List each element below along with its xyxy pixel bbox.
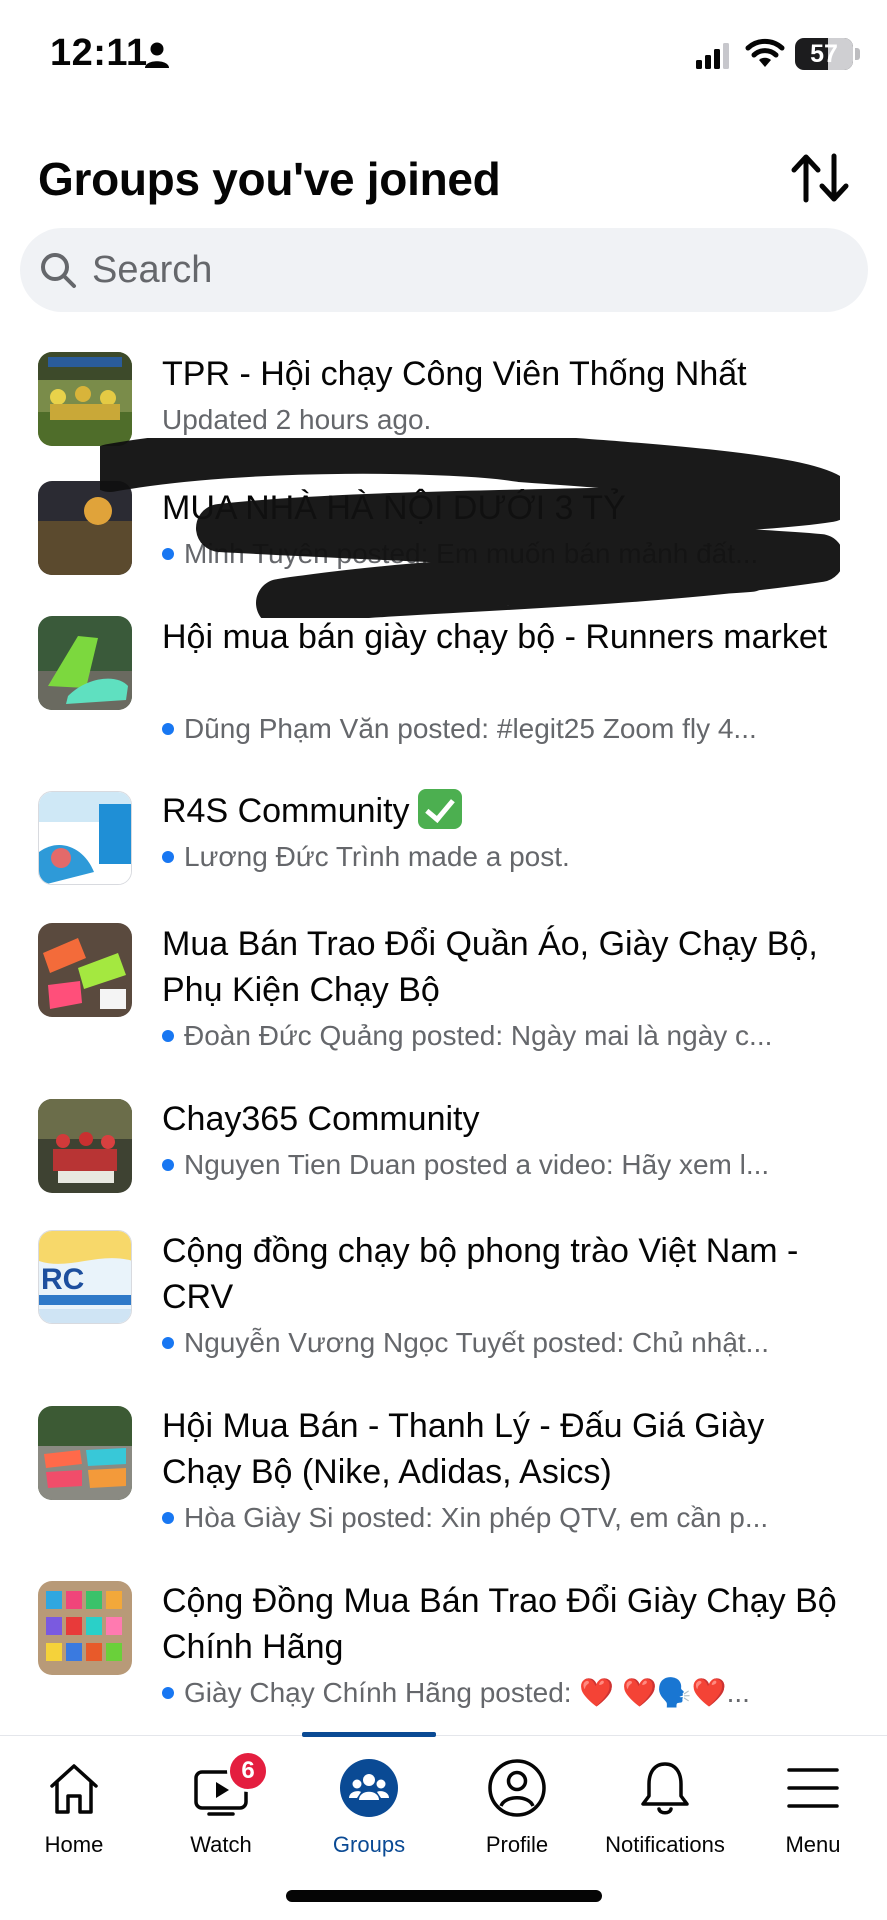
group-name-text: R4S Community [162, 792, 410, 830]
group-activity: Updated 2 hours ago. [162, 402, 852, 438]
group-thumbnail [38, 616, 132, 710]
check-mark-button-emoji [417, 789, 462, 830]
nav-tab-home[interactable]: Home [0, 1736, 148, 1866]
unread-dot [162, 1029, 174, 1042]
group-activity-text: Nguyễn Vương Ngọc Tuyết posted: Chủ nhật… [184, 1327, 770, 1358]
group-activity: Nguyen Tien Duan posted a video: Hãy xem… [162, 1147, 852, 1183]
unread-dot [162, 1336, 174, 1349]
group-thumbnail [38, 1406, 132, 1500]
nav-tab-notifications[interactable]: Notifications [591, 1736, 739, 1866]
profile-icon [488, 1759, 546, 1817]
nav-label: Menu [785, 1832, 841, 1857]
group-name: R4S Community [162, 788, 852, 834]
unread-dot [162, 850, 174, 863]
group-activity-text: Lương Đức Trình made a post. [184, 841, 570, 872]
nav-label: Profile [485, 1832, 549, 1857]
group-name: Cộng Đồng Mua Bán Trao Đổi Giày Chạy Bộ … [162, 1582, 837, 1666]
person-icon [145, 42, 169, 68]
search-input[interactable] [92, 228, 832, 312]
nav-label: Groups [332, 1832, 406, 1857]
group-thumbnail [38, 923, 132, 1017]
group-name: Hội mua bán giày chạy bộ - Runners marke… [162, 618, 828, 656]
group-thumbnail [38, 791, 132, 885]
group-activity-text: Dũng Phạm Văn posted: #legit25 Zoom fly … [184, 713, 757, 744]
group-thumbnail [38, 1581, 132, 1675]
redaction-scribble [100, 438, 840, 618]
battery-indicator: 57 [795, 38, 853, 70]
nav-label: Watch [190, 1832, 252, 1857]
group-name: Chay365 Community [162, 1100, 480, 1138]
wifi-icon [745, 38, 785, 67]
search-bar[interactable] [20, 228, 868, 312]
groups-icon [340, 1759, 398, 1817]
group-activity: Dũng Phạm Văn posted: #legit25 Zoom fly … [162, 711, 852, 747]
home-icon [50, 1764, 98, 1814]
cellular-signal-icon [696, 43, 729, 69]
group-activity-text: Giày Chạy Chính Hãng posted: ❤️ ❤️🗣️❤️..… [184, 1677, 750, 1708]
nav-tab-groups[interactable]: Groups [295, 1736, 443, 1866]
unread-dot [162, 1686, 174, 1699]
group-name: TPR - Hội chạy Công Viên Thống Nhất [162, 355, 747, 393]
battery-cap [855, 48, 860, 60]
group-name: Hội Mua Bán - Thanh Lý - Đấu Giá Giày Ch… [162, 1407, 765, 1491]
group-thumbnail [38, 1099, 132, 1193]
group-list-item[interactable]: RC Cộng đồng chạy bộ phong trào Việt Nam… [0, 1229, 887, 1379]
group-activity: Đoàn Đức Quảng posted: Ngày mai là ngày … [162, 1018, 852, 1054]
status-time: 12:11 [50, 32, 148, 74]
group-activity-text: Đoàn Đức Quảng posted: Ngày mai là ngày … [184, 1020, 773, 1051]
watch-badge: 6 [227, 1750, 269, 1792]
group-activity-text: Nguyen Tien Duan posted a video: Hãy xem… [184, 1149, 770, 1180]
nav-tab-profile[interactable]: Profile [443, 1736, 591, 1866]
group-activity-text: Hòa Giày Si posted: Xin phép QTV, em cần… [184, 1502, 769, 1533]
group-list-item[interactable]: Cộng Đồng Mua Bán Trao Đổi Giày Chạy Bộ … [0, 1579, 887, 1729]
menu-icon [787, 1768, 839, 1808]
page-title: Groups you've joined [38, 153, 501, 205]
sort-arrows-icon[interactable] [788, 150, 852, 206]
group-thumbnail: RC [38, 1230, 132, 1324]
status-bar: 12:11 57 [0, 0, 887, 110]
unread-dot [162, 1158, 174, 1171]
group-list-item[interactable]: Hội Mua Bán - Thanh Lý - Đấu Giá Giày Ch… [0, 1404, 887, 1554]
group-list-item[interactable]: R4S Community Lương Đức Trình made a pos… [0, 788, 887, 900]
nav-tab-watch[interactable]: 6 Watch [147, 1736, 295, 1866]
unread-dot [162, 722, 174, 735]
nav-label: Notifications [605, 1832, 725, 1857]
group-name: Mua Bán Trao Đổi Quần Áo, Giày Chạy Bộ, … [162, 925, 818, 1009]
unread-dot [162, 1511, 174, 1524]
home-indicator[interactable] [286, 1890, 602, 1902]
group-activity: Giày Chạy Chính Hãng posted: ❤️ ❤️🗣️❤️..… [162, 1675, 852, 1711]
nav-label: Home [44, 1832, 104, 1857]
group-list-item[interactable]: Chay365 Community Nguyen Tien Duan poste… [0, 1098, 887, 1208]
battery-percent: 57 [810, 40, 838, 68]
svg-text:RC: RC [41, 1263, 84, 1296]
group-list-item[interactable]: Mua Bán Trao Đổi Quần Áo, Giày Chạy Bộ, … [0, 922, 887, 1072]
group-activity: Lương Đức Trình made a post. [162, 839, 852, 875]
group-list-item[interactable]: Hội mua bán giày chạy bộ - Runners marke… [0, 612, 887, 762]
group-activity-text: Updated 2 hours ago. [162, 404, 432, 435]
search-icon [41, 253, 76, 288]
nav-tab-menu[interactable]: Menu [739, 1736, 887, 1866]
group-activity: Hòa Giày Si posted: Xin phép QTV, em cần… [162, 1500, 852, 1536]
bell-icon [641, 1762, 689, 1815]
group-name: Cộng đồng chạy bộ phong trào Việt Nam - … [162, 1232, 799, 1316]
group-activity: Nguyễn Vương Ngọc Tuyết posted: Chủ nhật… [162, 1325, 852, 1361]
group-thumbnail [38, 352, 132, 446]
